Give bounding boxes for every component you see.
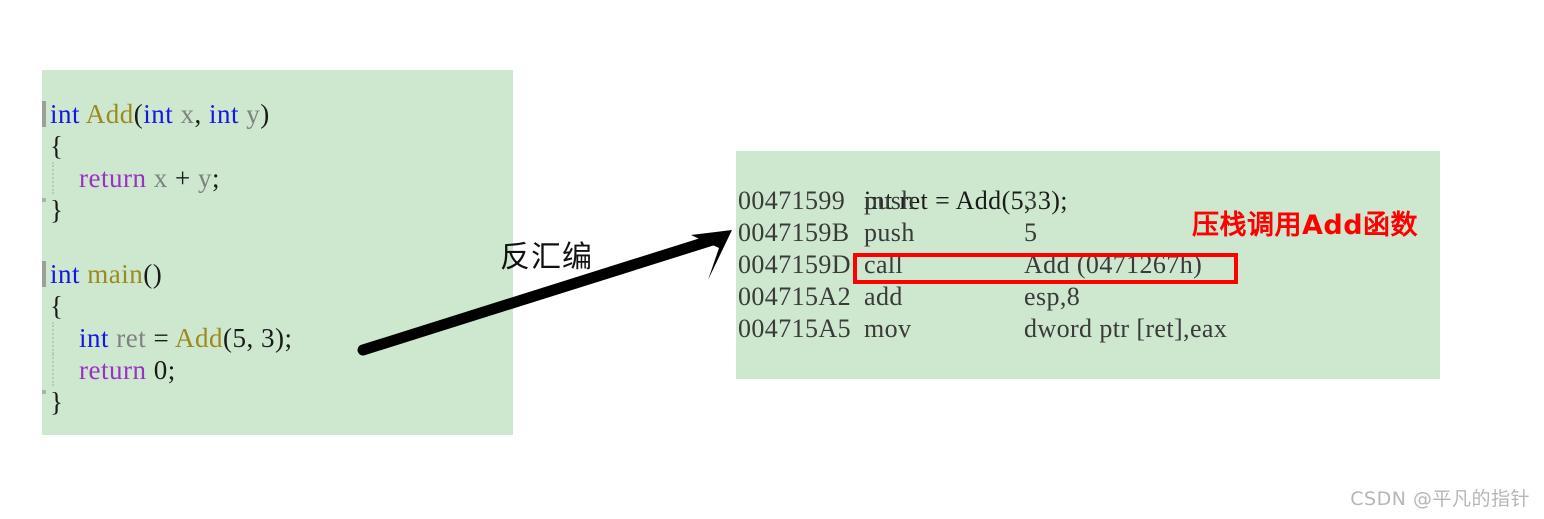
code-token: int xyxy=(50,259,88,289)
code-token: x xyxy=(180,99,195,129)
code-token: () xyxy=(143,259,163,289)
code-token: { xyxy=(50,131,64,161)
instruction-operands: dword ptr [ret],eax xyxy=(1024,314,1228,343)
instruction-mnemonic: add xyxy=(864,282,903,311)
instruction-operands: 5 xyxy=(1024,218,1038,247)
gutter-tick xyxy=(42,198,46,202)
code-token: Add xyxy=(175,323,223,353)
code-token: return xyxy=(79,355,154,385)
code-token: return xyxy=(79,163,154,193)
instruction-address: 004715A2 xyxy=(738,282,851,311)
arrow-label: 反汇编 xyxy=(500,240,593,275)
instruction-operands: esp,8 xyxy=(1024,282,1081,311)
code-token: int xyxy=(50,99,86,129)
code-token: main xyxy=(87,259,144,289)
code-token: } xyxy=(50,195,64,225)
code-token: { xyxy=(50,291,64,321)
code-token: int xyxy=(143,99,181,129)
instruction-address: 0047159B xyxy=(738,218,850,247)
csdn-watermark: CSDN @平凡的指针 xyxy=(1350,488,1530,510)
code-line: { xyxy=(42,130,63,162)
code-line: int ret = Add(5, 3); xyxy=(42,322,292,354)
code-line: int Add(int x, int y) xyxy=(42,98,270,130)
gutter-tick xyxy=(42,390,46,394)
code-line: { xyxy=(42,290,63,322)
code-token: (5, 3); xyxy=(223,323,293,353)
code-token: = xyxy=(146,323,175,353)
code-line: return x + y; xyxy=(42,162,220,194)
code-token: } xyxy=(50,387,64,417)
code-token: , xyxy=(194,99,210,129)
instruction-address: 004715A5 xyxy=(738,314,851,343)
code-token: x xyxy=(153,163,168,193)
instruction-mnemonic: push xyxy=(864,218,915,247)
code-token: ; xyxy=(211,163,220,193)
code-token: ( xyxy=(133,99,144,129)
code-token: Add xyxy=(85,99,134,129)
code-token: ) xyxy=(260,99,270,129)
code-token: ret xyxy=(116,323,147,353)
instruction-address: 0047159D xyxy=(738,250,851,279)
instruction-mnemonic: mov xyxy=(864,314,912,343)
code-token: int xyxy=(79,323,117,353)
instruction-operands: 3 xyxy=(1024,186,1038,215)
disassembly-row: 004715A5 mov dword ptr [ret],eax xyxy=(736,313,1440,345)
code-token: 0; xyxy=(153,355,176,385)
screenshot-canvas: int Add(int x, int y){ return x + y;} int… xyxy=(0,0,1544,519)
instruction-mnemonic: push xyxy=(864,186,915,215)
code-token: y xyxy=(197,163,212,193)
disassembly-row: 004715A2 add esp,8 xyxy=(736,281,1440,313)
call-instruction-highlight-box xyxy=(853,253,1238,284)
code-token: + xyxy=(167,163,198,193)
code-token: int xyxy=(209,99,247,129)
instruction-address: 00471599 xyxy=(738,186,846,215)
code-line: return 0; xyxy=(42,354,176,386)
code-token: y xyxy=(246,99,261,129)
push-call-annotation: 压栈调用Add函数 xyxy=(1192,210,1419,241)
code-line: int main() xyxy=(42,258,162,290)
